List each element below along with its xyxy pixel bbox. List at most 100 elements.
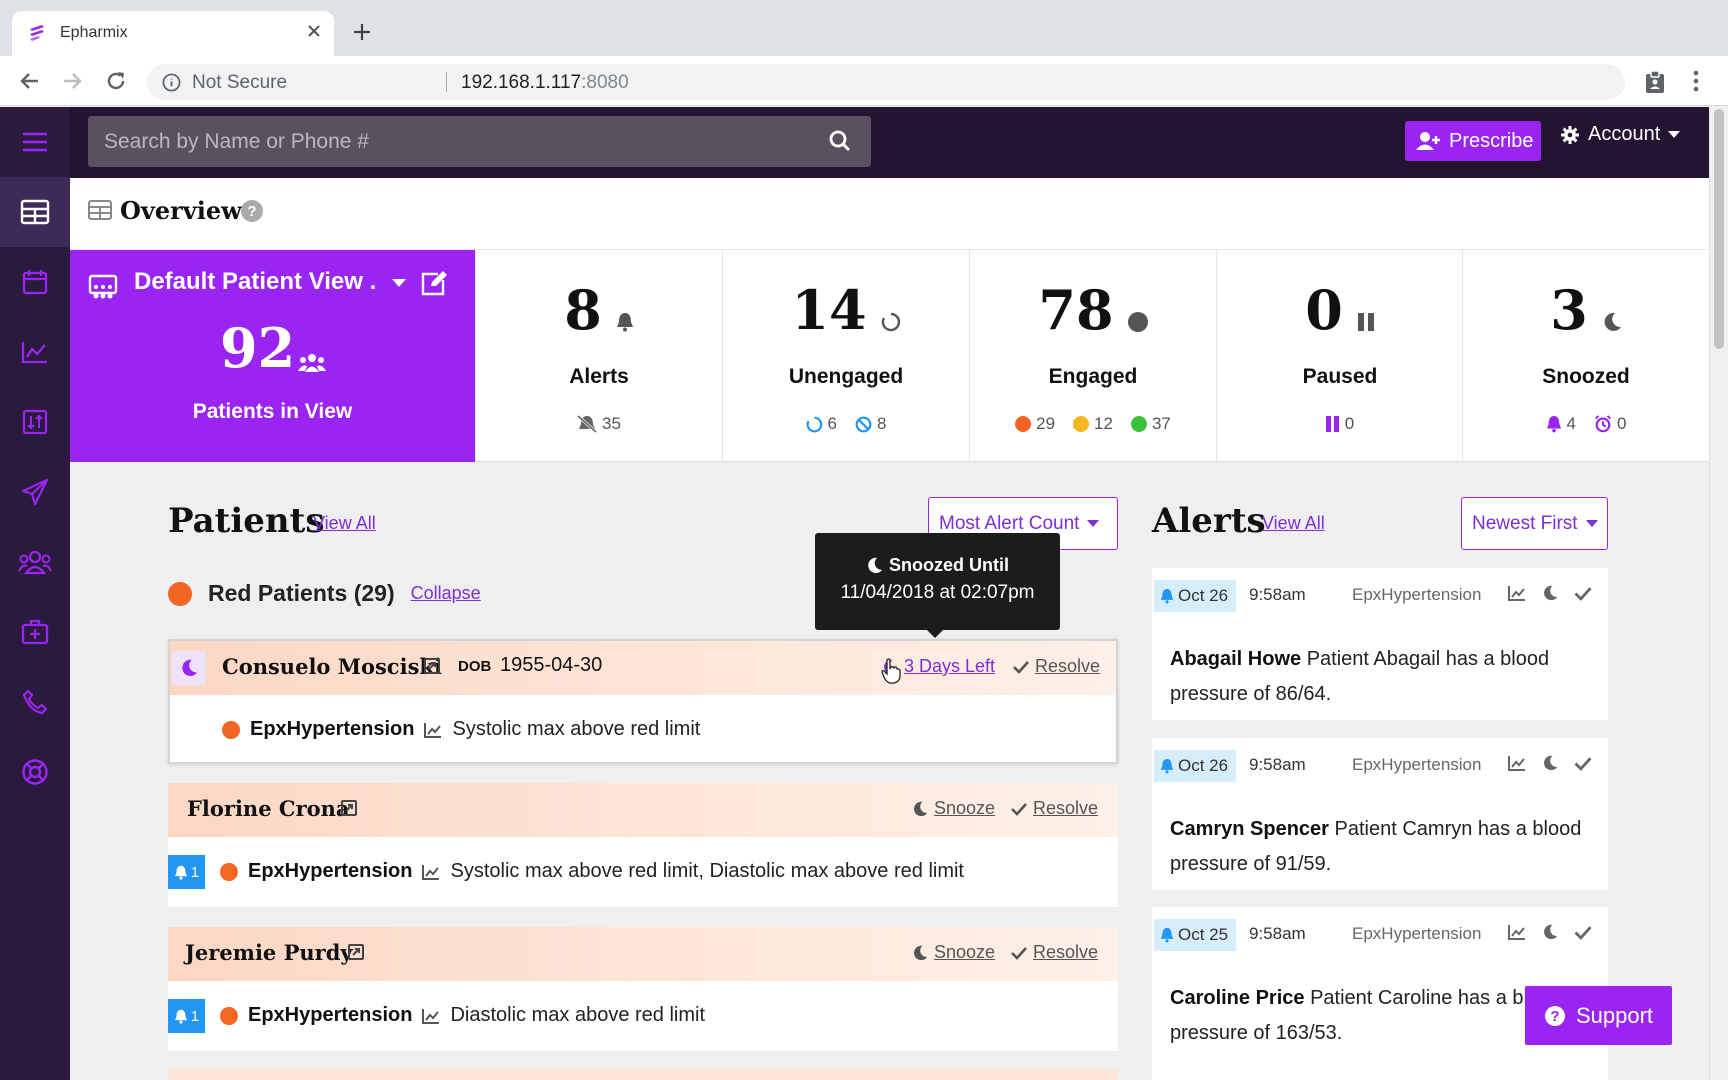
sidebar-item-calendar[interactable] (0, 247, 70, 317)
sidebar-item-overview[interactable] (0, 177, 70, 247)
stat-alerts[interactable]: 8 Alerts 35 (475, 250, 722, 462)
moon-icon[interactable] (1542, 923, 1558, 941)
patient-name[interactable]: Florine Crona (187, 796, 350, 821)
alert-date-badge: Oct 26 (1154, 580, 1237, 612)
check-icon (1011, 802, 1027, 816)
bell-icon (616, 313, 633, 332)
moon-icon[interactable] (1542, 584, 1558, 602)
back-icon[interactable] (18, 69, 42, 93)
resolve-button[interactable]: Resolve (1013, 656, 1100, 677)
resolve-button[interactable]: Resolve (1011, 942, 1098, 963)
resolve-label: Resolve (1035, 656, 1101, 676)
check-icon[interactable] (1574, 756, 1592, 771)
external-link-icon[interactable] (424, 658, 440, 674)
red-status-dot (220, 862, 238, 881)
sidebar-item-programs[interactable] (0, 597, 70, 667)
snooze-button[interactable]: Snooze (912, 798, 995, 819)
moon-icon (914, 945, 928, 960)
alert-count-badge[interactable]: 1 (168, 855, 205, 889)
alert-patient-name[interactable]: Caroline Price (1170, 987, 1305, 1009)
svg-text:?: ? (247, 203, 256, 220)
patient-card[interactable] (168, 1069, 1118, 1080)
bell-slash-icon (577, 415, 598, 433)
check-icon[interactable] (1574, 586, 1592, 601)
support-button[interactable]: ? Support (1525, 986, 1672, 1045)
patient-card[interactable]: Jeremie Purdy Snooze Resolve 1 EpxHypert… (168, 927, 1118, 1051)
patient-card-body: 1 EpxHypertension Systolic max above red… (168, 837, 1118, 907)
clipboard-extension-icon[interactable] (1644, 70, 1666, 94)
view-dropdown-icon[interactable] (392, 278, 406, 288)
alert-time: 9:58am (1249, 924, 1306, 943)
external-link-icon[interactable] (348, 944, 364, 960)
sidebar-item-patients[interactable] (0, 527, 70, 597)
paused-count: 0 (1344, 414, 1355, 433)
patient-card-header: Florine Crona Snooze Resolve (168, 783, 1118, 837)
patients-view-all-link[interactable]: View All (313, 513, 376, 534)
caret-down-icon (1668, 130, 1681, 138)
pause-icon (1325, 416, 1339, 432)
alert-patient-name[interactable]: Camryn Spencer (1170, 818, 1329, 840)
patient-card[interactable]: Florine Crona Snooze Resolve 1 EpxHypert… (168, 783, 1118, 907)
address-bar[interactable]: Not Secure 192.168.1.117:8080 (147, 64, 1625, 100)
spinner-icon (881, 312, 900, 332)
stat-engaged[interactable]: 78 Engaged 29 12 37 (969, 250, 1216, 462)
search-input[interactable] (88, 116, 808, 167)
info-icon[interactable] (162, 73, 181, 92)
trend-icon[interactable] (1508, 585, 1526, 601)
resolve-button[interactable]: Resolve (1011, 798, 1098, 819)
epharmix-favicon-icon (28, 23, 46, 41)
alerts-view-all-link[interactable]: View All (1262, 513, 1325, 534)
alert-patient-name[interactable]: Abagail Howe (1170, 648, 1301, 670)
prescribe-button[interactable]: Prescribe (1405, 121, 1541, 161)
stat-unengaged[interactable]: 14 Unengaged 6 8 (722, 250, 969, 462)
check-icon[interactable] (1574, 925, 1592, 940)
view-selector[interactable]: Default Patient View . (134, 268, 376, 296)
search-icon[interactable] (829, 130, 851, 152)
page-title: Overview (120, 196, 242, 225)
separator (446, 72, 447, 92)
forward-icon[interactable] (60, 69, 84, 93)
chart-icon (21, 342, 47, 364)
help-icon[interactable]: ? (240, 199, 264, 223)
reload-icon[interactable] (104, 69, 128, 93)
sidebar-item-messages[interactable] (0, 457, 70, 527)
patient-card-body: 1 EpxHypertension Diastolic max above re… (168, 981, 1118, 1051)
external-link-icon[interactable] (341, 800, 357, 816)
alert-card[interactable]: Oct 26 9:58am EpxHypertension Abagail Ho… (1152, 568, 1608, 720)
trend-icon[interactable] (1508, 924, 1526, 940)
alerts-sort-dropdown[interactable]: Newest First (1461, 497, 1608, 550)
collapse-link[interactable]: Collapse (411, 583, 481, 604)
account-menu-button[interactable]: Account (1560, 123, 1681, 146)
alert-count-badge[interactable]: 1 (168, 999, 205, 1033)
sidebar-item-reports[interactable] (0, 317, 70, 387)
program-name: EpxHypertension (250, 718, 415, 740)
new-tab-icon[interactable] (352, 22, 372, 42)
moon-icon[interactable] (1542, 754, 1558, 772)
red-status-dot (220, 1006, 238, 1025)
trend-icon[interactable] (1508, 755, 1526, 771)
sidebar-item-calls[interactable] (0, 667, 70, 737)
patient-card[interactable]: Consuelo Mosciski DOB 1955-04-30 3 Days … (168, 639, 1118, 764)
snooze-label: Snooze (934, 798, 996, 818)
edit-view-icon[interactable] (420, 270, 448, 296)
page-scrollbar[interactable] (1709, 107, 1728, 1080)
alert-card[interactable]: Oct 26 9:58am EpxHypertension Camryn Spe… (1152, 738, 1608, 890)
browser-tab[interactable]: Epharmix (12, 11, 334, 56)
alert-date: Oct 25 (1178, 925, 1229, 944)
engaged-green-count: 37 (1151, 414, 1171, 433)
scrollbar-thumb[interactable] (1714, 109, 1724, 349)
patient-name[interactable]: Consuelo Mosciski (222, 654, 442, 679)
stat-snoozed[interactable]: 3 Snoozed 4 0 (1462, 250, 1709, 462)
sidebar-item-help[interactable] (0, 737, 70, 807)
close-tab-icon[interactable] (306, 23, 322, 39)
menu-toggle[interactable] (0, 107, 70, 177)
patient-name[interactable]: Jeremie Purdy (185, 940, 353, 965)
overview-header: Overview ? (70, 178, 1709, 250)
sidebar-item-transfers[interactable] (0, 387, 70, 457)
unengaged-blocked-count: 8 (877, 414, 887, 433)
browser-menu-icon[interactable] (1692, 70, 1700, 92)
app-sidebar (0, 107, 70, 1080)
red-patients-group-header: Red Patients (29) Collapse (168, 580, 481, 607)
stat-paused[interactable]: 0 Paused 0 (1216, 250, 1463, 462)
snooze-button[interactable]: Snooze (912, 942, 995, 963)
